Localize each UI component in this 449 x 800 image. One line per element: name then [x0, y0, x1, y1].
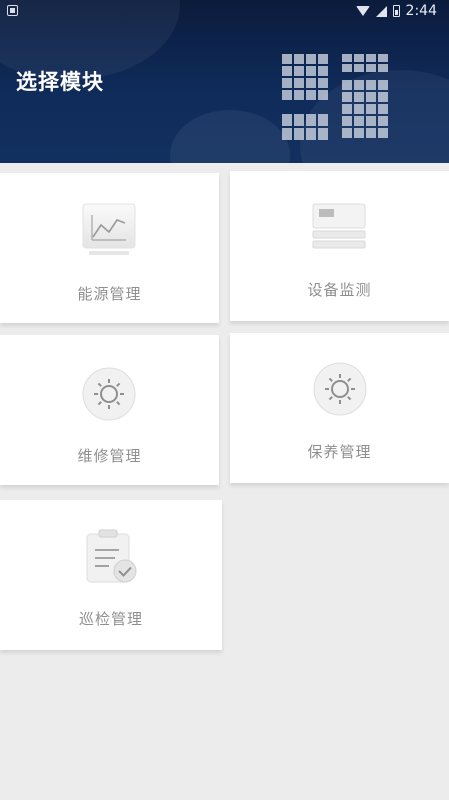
maintenance-gear-icon [313, 362, 367, 416]
notification-icon [7, 5, 18, 16]
module-card-device[interactable]: 设备监测 [230, 171, 449, 321]
module-card-inspection[interactable]: 巡检管理 [0, 500, 222, 650]
module-card-repair[interactable]: 维修管理 [0, 335, 219, 485]
module-label: 维修管理 [77, 447, 142, 465]
battery-icon [392, 5, 400, 17]
module-card-maintenance[interactable]: 保养管理 [230, 333, 449, 483]
header: 2:44 选择模块 [0, 0, 449, 163]
module-label: 巡检管理 [78, 610, 143, 628]
wifi-icon [355, 6, 370, 16]
signal-icon [375, 5, 387, 17]
repair-gear-icon [82, 367, 136, 421]
status-indicators: 2:44 [355, 2, 437, 20]
module-card-energy[interactable]: 能源管理 [0, 173, 219, 323]
module-label: 设备监测 [307, 281, 372, 299]
status-time: 2:44 [405, 3, 437, 19]
header-decoration [170, 110, 290, 163]
inspection-clipboard-icon [86, 529, 137, 583]
module-grid: 能源管理 设备监测 维修管理 保养管理 巡检管理 [0, 163, 449, 800]
module-label: 能源管理 [77, 285, 142, 303]
screen: 2:44 选择模块 能源管理 设备监测 维修管理 保养管理 巡检管理 [0, 0, 449, 800]
device-monitor-icon [312, 203, 366, 249]
status-bar: 2:44 [0, 0, 449, 22]
module-label: 保养管理 [307, 443, 372, 461]
modules-grid-icon [282, 54, 388, 142]
energy-chart-icon [82, 203, 136, 255]
page-title: 选择模块 [16, 70, 104, 94]
